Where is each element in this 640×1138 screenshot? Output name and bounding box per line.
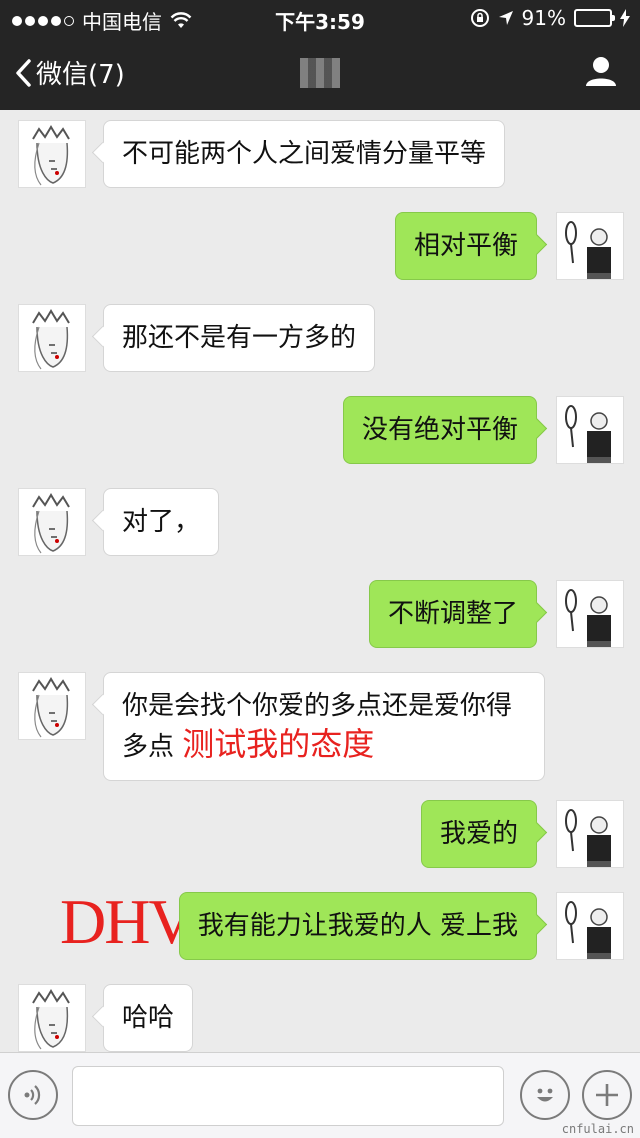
voice-button[interactable]	[8, 1070, 58, 1120]
plus-icon	[596, 1084, 618, 1106]
avatar-contact[interactable]	[18, 304, 86, 372]
avatar-self[interactable]	[556, 800, 624, 868]
self-avatar-icon	[565, 221, 611, 279]
emoji-icon	[537, 1088, 553, 1102]
red-annotation: 测试我的态度	[182, 725, 375, 763]
avatar-self[interactable]	[556, 212, 624, 280]
message-bubble-outgoing[interactable]: 相对平衡	[394, 212, 537, 280]
emoji-button[interactable]	[520, 1070, 570, 1120]
contact-avatar-icon	[32, 989, 70, 1050]
watermark: cnfulai.cn	[561, 1122, 634, 1136]
status-bar: 中国电信 下午3:59 91%	[0, 0, 640, 36]
chat-info-button[interactable]	[584, 54, 618, 92]
contact-avatar-icon	[32, 493, 70, 554]
message-bubble-incoming[interactable]: 那还不是有一方多的	[103, 304, 376, 372]
message-input[interactable]	[72, 1066, 504, 1126]
voice-icon	[24, 1085, 41, 1105]
self-avatar-icon	[565, 405, 611, 463]
self-avatar-icon	[565, 589, 611, 647]
message-bubble-incoming[interactable]: 哈哈	[103, 984, 194, 1052]
message-line-text: 多点	[122, 732, 175, 762]
back-button[interactable]: 微信(7)	[14, 54, 125, 91]
contact-avatar-icon	[32, 309, 70, 370]
message-bubble-outgoing[interactable]: 我爱的	[420, 800, 537, 868]
message-bubble-outgoing[interactable]: 没有绝对平衡	[342, 396, 537, 464]
contact-avatar-icon	[32, 125, 70, 186]
message-line: 多点 测试我的态度	[122, 725, 526, 766]
status-right: 91%	[470, 6, 630, 30]
contact-avatar-icon	[32, 677, 70, 738]
message-bubble-outgoing[interactable]: 我有能力让我爱的人 爱上我	[178, 892, 537, 960]
avatar-contact[interactable]	[18, 984, 86, 1052]
dhv-annotation: DHV	[60, 886, 195, 957]
message-bubble-incoming[interactable]: 不可能两个人之间爱情分量平等	[103, 120, 506, 188]
self-avatar-icon	[565, 901, 611, 959]
self-avatar-icon	[565, 809, 611, 867]
message-bubble-incoming[interactable]: 对了，	[103, 488, 220, 556]
avatar-self[interactable]	[556, 396, 624, 464]
location-arrow-icon	[498, 11, 513, 25]
more-button[interactable]	[582, 1070, 632, 1120]
battery-percent: 91%	[521, 6, 566, 30]
charging-bolt-icon	[620, 9, 630, 27]
input-bar: cnfulai.cn	[0, 1052, 640, 1138]
avatar-contact[interactable]	[18, 120, 86, 188]
message-line: 你是会找个你爱的多点还是爱你得	[122, 691, 513, 721]
chat-title-blurred	[300, 58, 340, 88]
message-bubble-incoming[interactable]: 你是会找个你爱的多点还是爱你得 多点 测试我的态度	[103, 672, 545, 781]
avatar-self[interactable]	[556, 580, 624, 648]
chat-area[interactable]: 不可能两个人之间爱情分量平等 相对平衡 那还不是有一方多的 没有绝对平衡 对了，…	[0, 110, 640, 1052]
message-bubble-outgoing[interactable]: 不断调整了	[368, 580, 537, 648]
nav-bar: 微信(7)	[0, 36, 640, 110]
avatar-contact[interactable]	[18, 672, 86, 740]
back-label: 微信(7)	[36, 60, 125, 90]
avatar-self[interactable]	[556, 892, 624, 960]
battery-icon	[574, 9, 615, 27]
back-chevron-icon	[16, 58, 31, 87]
rotation-lock-icon	[470, 9, 489, 27]
avatar-contact[interactable]	[18, 488, 86, 556]
user-profile-icon	[586, 57, 616, 86]
